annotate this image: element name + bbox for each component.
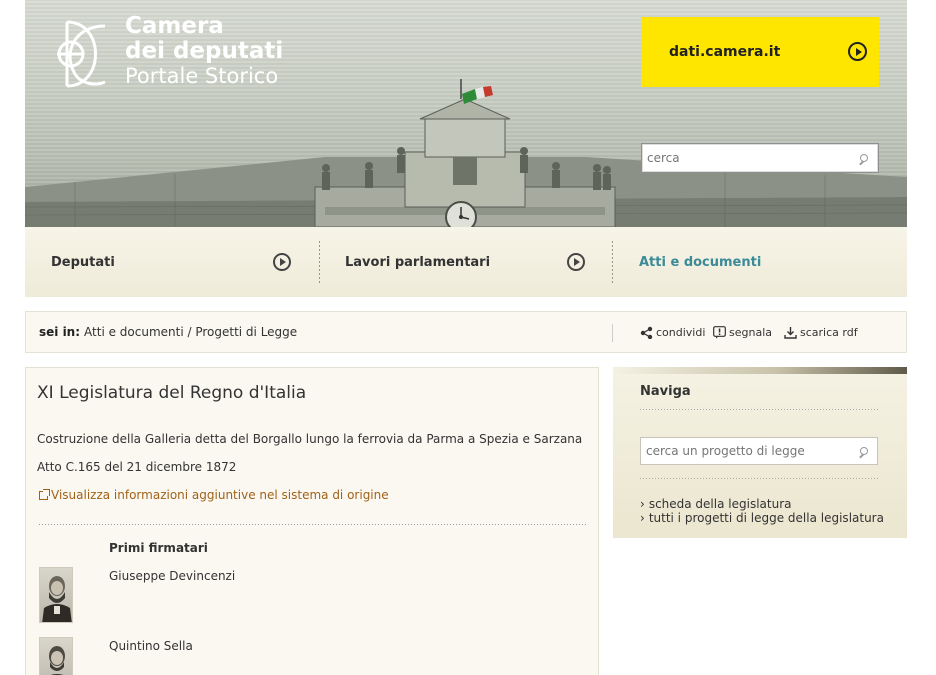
play-circle-icon: [273, 253, 291, 271]
bill-search-input[interactable]: [641, 438, 841, 464]
header-banner: Camera dei deputati Portale Storico dati…: [25, 0, 907, 227]
sidebar-divider: [640, 409, 878, 410]
arrow-right-icon: ›: [640, 497, 645, 511]
download-rdf-button[interactable]: scarica rdf: [784, 326, 858, 339]
camera-logo-icon: [57, 20, 106, 88]
dati-camera-label: dati.camera.it: [669, 44, 781, 60]
search-icon[interactable]: [858, 154, 868, 164]
breadcrumb-path[interactable]: Atti e documenti / Progetti di Legge: [84, 325, 297, 339]
sidebar-link-tutti-progetti[interactable]: › tutti i progetti di legge della legisla…: [640, 511, 884, 525]
logo-line-1: Camera: [125, 13, 224, 39]
search-icon[interactable]: [858, 447, 868, 457]
bill-description: Costruzione della Galleria detta del Bor…: [37, 432, 583, 446]
signer-item[interactable]: Giuseppe Devincenzi: [39, 567, 235, 623]
sidebar-top-bar: [613, 367, 907, 374]
page-title: XI Legislatura del Regno d'Italia: [37, 383, 307, 403]
signer-photo: [39, 567, 73, 623]
sidebar-divider: [640, 478, 878, 479]
logo-line-3: Portale Storico: [125, 64, 279, 88]
share-label: condividi: [656, 326, 706, 339]
signer-name[interactable]: Quintino Sella: [109, 639, 193, 653]
signer-photo: [39, 637, 73, 675]
sidebar-link-label: tutti i progetti di legge della legislat…: [648, 511, 884, 525]
download-icon: [784, 327, 797, 339]
logo[interactable]: Camera dei deputati Portale Storico: [53, 14, 283, 94]
sidebar-link-label: scheda della legislatura: [648, 497, 792, 511]
report-label: segnala: [729, 326, 772, 339]
share-icon: [640, 326, 653, 339]
breadcrumb-divider: [612, 324, 613, 342]
nav-item-label: Atti e documenti: [639, 254, 762, 270]
breadcrumb-prefix: sei in:: [39, 325, 81, 339]
dati-camera-button[interactable]: dati.camera.it: [641, 17, 879, 87]
report-icon: [713, 326, 726, 339]
external-info-link[interactable]: Visualizza informazioni aggiuntive nel s…: [39, 488, 389, 502]
sidebar-navigation: Naviga ›scheda della legislatura ›tutti …: [613, 367, 907, 538]
arrow-right-icon: ›: [640, 511, 645, 525]
signer-name[interactable]: Giuseppe Devincenzi: [109, 569, 235, 583]
main-nav: Deputati Lavori parlamentari Atti e docu…: [25, 227, 907, 297]
download-label: scarica rdf: [800, 326, 858, 339]
signers-heading: Primi firmatari: [109, 541, 208, 555]
content-divider: [39, 524, 588, 525]
nav-item-deputati[interactable]: Deputati: [25, 227, 319, 297]
share-button[interactable]: condividi: [640, 326, 705, 339]
logo-line-2: dei deputati: [125, 38, 284, 64]
breadcrumb: sei in: Atti e documenti / Progetti di L…: [25, 311, 907, 353]
report-button[interactable]: segnala: [713, 326, 772, 339]
nav-item-lavori-parlamentari[interactable]: Lavori parlamentari: [319, 227, 613, 297]
nav-item-label: Lavori parlamentari: [345, 254, 491, 270]
page: Camera dei deputati Portale Storico dati…: [0, 0, 936, 675]
nav-item-label: Deputati: [51, 254, 115, 270]
sidebar-title: Naviga: [640, 384, 691, 399]
header-search-box: [641, 143, 879, 173]
header-search-input[interactable]: [642, 144, 842, 172]
play-circle-icon: [848, 42, 867, 61]
external-info-link-label: Visualizza informazioni aggiuntive nel s…: [51, 488, 389, 502]
play-circle-icon: [567, 253, 585, 271]
logo-text: Camera dei deputati Portale Storico: [125, 14, 283, 89]
bill-search-box: [640, 437, 878, 465]
nav-item-atti-e-documenti[interactable]: Atti e documenti: [613, 227, 907, 297]
signer-item[interactable]: Quintino Sella: [39, 637, 193, 675]
external-link-icon: [39, 488, 50, 500]
sidebar-link-scheda-legislatura[interactable]: › scheda della legislatura: [640, 497, 791, 511]
main-content: XI Legislatura del Regno d'Italia Costru…: [25, 367, 599, 675]
act-reference: Atto C.165 del 21 dicembre 1872: [37, 460, 237, 474]
